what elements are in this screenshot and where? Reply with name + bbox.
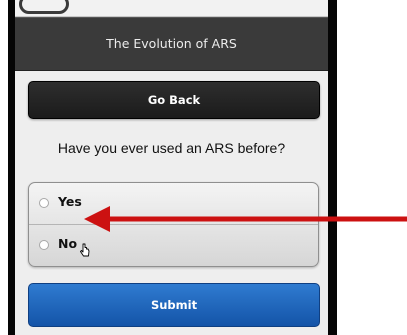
option-yes[interactable]: Yes	[29, 183, 318, 225]
option-no-label: No	[58, 236, 78, 251]
top-pill-control	[19, 0, 69, 14]
submit-button[interactable]: Submit	[28, 283, 320, 327]
answer-options-group: Yes No	[28, 182, 319, 267]
radio-no-icon[interactable]	[39, 240, 49, 250]
question-text: Have you ever used an ARS before?	[57, 140, 286, 156]
top-status-strip	[15, 0, 328, 17]
option-no[interactable]: No	[29, 225, 318, 266]
go-back-button[interactable]: Go Back	[28, 81, 320, 119]
radio-yes-icon[interactable]	[39, 198, 49, 208]
option-yes-label: Yes	[58, 194, 82, 209]
phone-screen: The Evolution of ARS Go Back Have you ev…	[15, 0, 328, 335]
app-header: The Evolution of ARS	[15, 17, 328, 71]
pointer-hand-icon	[80, 243, 90, 257]
screenshot-stage: The Evolution of ARS Go Back Have you ev…	[0, 0, 407, 335]
page-title: The Evolution of ARS	[106, 36, 237, 51]
